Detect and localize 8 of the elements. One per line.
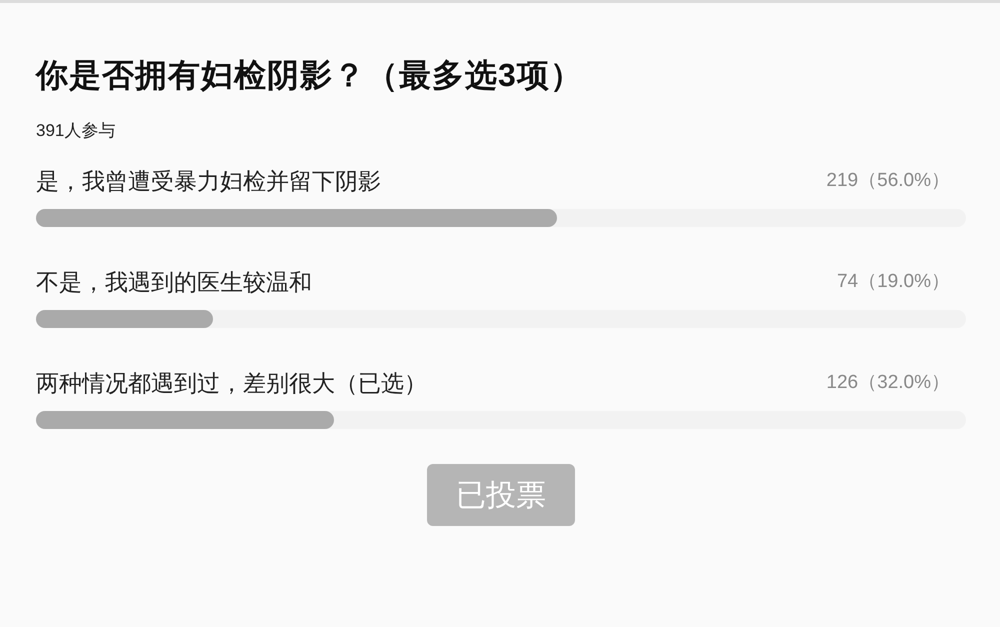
participant-count: 391人参与 (36, 120, 116, 142)
option-label: 是，我曾遭受暴力妇检并留下阴影 (36, 167, 381, 196)
option-label: 不是，我遇到的医生较温和 (36, 268, 312, 297)
vote-result: 219（56.0%） (826, 169, 950, 193)
vote-result: 126（32.0%） (826, 371, 950, 395)
option-label: 两种情况都遇到过，差别很大（已选） (36, 369, 427, 398)
poll-title: 你是否拥有妇检阴影？（最多选3项） (36, 56, 584, 95)
vote-result: 74（19.0%） (836, 270, 950, 294)
